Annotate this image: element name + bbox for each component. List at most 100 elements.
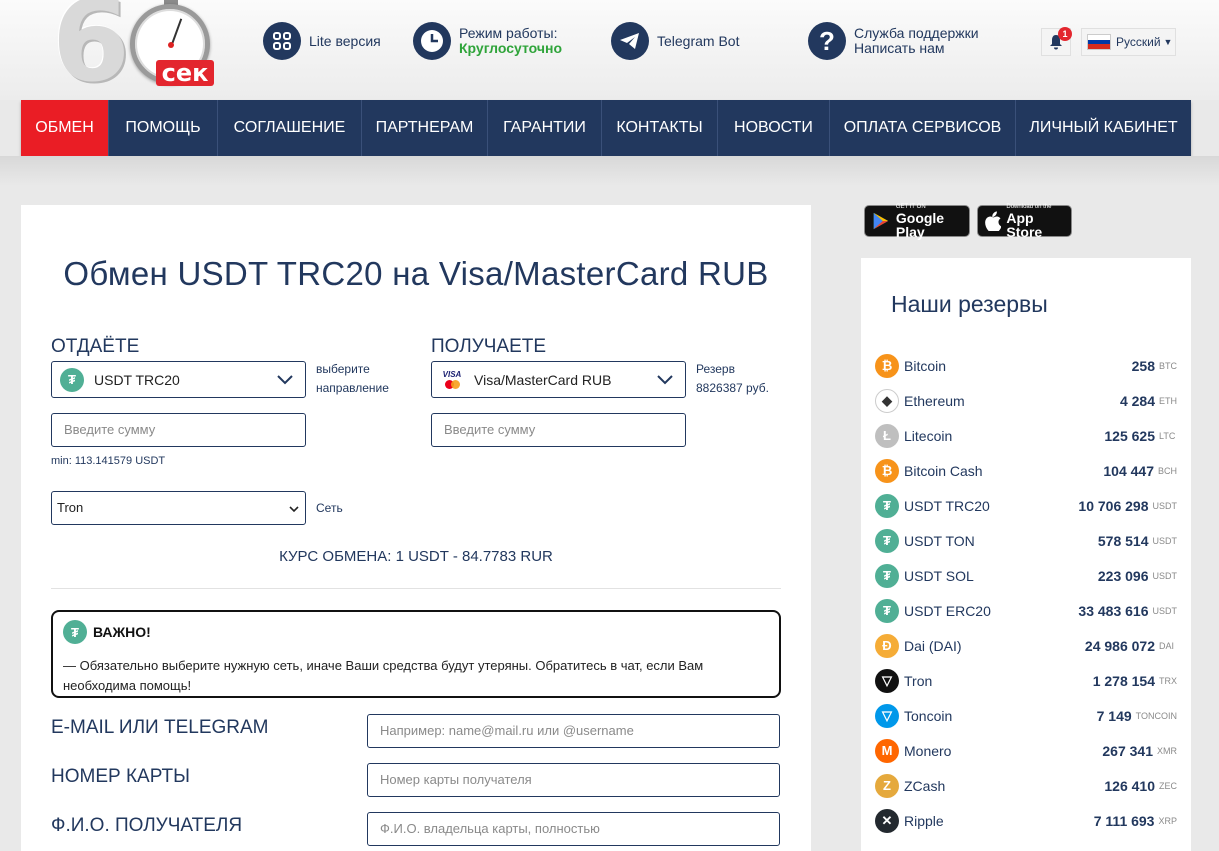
min-amount-note: min: 113.141579 USDT <box>51 455 166 467</box>
clock-icon <box>413 22 451 60</box>
reserve-amount: 33 483 616 <box>1078 602 1149 619</box>
page-title: Обмен USDT TRC20 на Visa/MasterCard RUB <box>63 255 769 292</box>
russia-flag-icon <box>1087 34 1111 50</box>
toncoin-icon: ▽ <box>875 703 899 728</box>
work-hours-label: Режим работы: <box>459 25 558 41</box>
google-play-button[interactable]: GET IT ON Google Play <box>864 204 970 239</box>
reserve-currency-code: BTC <box>1159 360 1177 371</box>
reserve-row: ◆ Ethereum 4 284 ETH <box>875 383 1177 418</box>
tether-icon: ₮ <box>875 598 899 623</box>
reserve-row: ₮ USDT TRC20 10 706 298 USDT <box>875 488 1177 523</box>
support-link[interactable]: ? Служба поддержки Написать нам <box>808 22 979 60</box>
reserve-currency-code: ZEC <box>1159 780 1177 791</box>
reserve-currency-name: USDT ERC20 <box>904 602 991 619</box>
give-amount-input[interactable]: Введите сумму <box>51 413 306 447</box>
reserve-label: Резерв <box>696 362 735 376</box>
notifications-button[interactable]: 1 <box>1041 27 1072 56</box>
email-field[interactable]: Например: name@mail.ru или @username <box>367 714 780 748</box>
telegram-bot-link[interactable]: Telegram Bot <box>611 22 739 60</box>
reserve-row: Z ZCash 126 410 ZEC <box>875 768 1177 803</box>
ethereum-icon: ◆ <box>875 388 899 413</box>
exchange-panel: Обмен USDT TRC20 на Visa/MasterCard RUB … <box>21 205 811 851</box>
nav-agreement[interactable]: СОГЛАШЕНИЕ <box>218 100 362 156</box>
monero-icon: M <box>875 738 899 763</box>
litecoin-icon: Ł <box>875 423 899 448</box>
tether-icon: ₮ <box>875 528 899 553</box>
reserve-amount: 10 706 298 <box>1078 497 1149 514</box>
reserves-panel: Наши резервы ₿ Bitcoin 258 BTC ◆ Ethereum 4 28… <box>861 258 1191 851</box>
telegram-bot-label: Telegram Bot <box>657 32 740 49</box>
nav-news[interactable]: НОВОСТИ <box>718 100 830 156</box>
tron-icon: ▽ <box>875 668 899 693</box>
chevron-down-icon <box>277 375 293 385</box>
email-label: E-MAIL ИЛИ TELEGRAM <box>51 717 269 738</box>
main-nav: ОБМЕН ПОМОЩЬ СОГЛАШЕНИЕ ПАРТНЕРАМ ГАРАНТ… <box>21 100 1191 156</box>
apple-icon <box>985 211 1002 231</box>
reserve-amount: 126 410 <box>1104 777 1155 794</box>
reserve-currency-code: DAI <box>1159 640 1175 651</box>
reserve-row: M Monero 267 341 XMR <box>875 733 1177 768</box>
nav-guarantees[interactable]: ГАРАНТИИ <box>488 100 602 156</box>
chevron-down-icon <box>289 506 299 513</box>
give-section-label: ОТДАЁТЕ <box>51 336 140 357</box>
receive-currency-select[interactable]: VISA Visa/MasterCard RUB <box>431 361 686 398</box>
zcash-icon: Z <box>875 773 899 798</box>
dai-icon: Đ <box>875 633 899 658</box>
reserve-amount: 7 111 693 <box>1093 812 1155 829</box>
nav-exchange[interactable]: ОБМЕН <box>21 100 109 156</box>
work-hours: Режим работы: Круглосуточно <box>413 22 562 60</box>
important-title: ВАЖНО! <box>93 624 151 640</box>
app-store-label: App Store <box>1006 209 1043 240</box>
nav-shadow-strip <box>0 156 1219 186</box>
give-currency-value: USDT TRC20 <box>94 371 180 388</box>
nav-help[interactable]: ПОМОЩЬ <box>109 100 218 156</box>
network-select[interactable]: Tron <box>51 491 306 525</box>
nav-contacts[interactable]: КОНТАКТЫ <box>602 100 718 156</box>
reserve-currency-code: BCH <box>1157 465 1177 476</box>
app-store-button[interactable]: Download on the App Store <box>977 204 1072 240</box>
notification-badge: 1 <box>1058 27 1072 41</box>
site-logo[interactable]: 6 сек <box>52 0 217 100</box>
nav-account[interactable]: ЛИЧНЫЙ КАБИНЕТ <box>1016 100 1191 156</box>
tether-icon: ₮ <box>875 563 899 588</box>
lite-version-link[interactable]: Lite версия <box>263 22 381 60</box>
reserve-currency-code: USDT <box>1152 605 1178 616</box>
give-currency-select[interactable]: ₮ USDT TRC20 <box>51 361 306 398</box>
ripple-icon: ✕ <box>875 808 899 833</box>
network-value: Tron <box>57 500 84 515</box>
reserve-currency-name: Bitcoin Cash <box>904 462 983 479</box>
reserve-row: ✕ Ripple 7 111 693 XRP <box>875 803 1177 838</box>
grid-icon <box>263 22 301 60</box>
question-icon: ? <box>808 22 846 60</box>
language-selector[interactable]: Русский ▼ <box>1081 28 1176 56</box>
recipient-name-field[interactable]: Ф.И.О. владельца карты, полностью <box>367 812 780 846</box>
receive-currency-value: Visa/MasterCard RUB <box>474 371 612 388</box>
bitcoin-cash-icon: ₿ <box>875 458 899 483</box>
card-number-field[interactable]: Номер карты получателя <box>367 763 780 797</box>
support-write-label: Написать нам <box>854 40 945 56</box>
give-hint-line2: направление <box>316 381 389 395</box>
exchange-rate: КУРС ОБМЕНА: 1 USDT - 84.7783 RUR <box>279 548 553 565</box>
reserve-currency-name: Bitcoin <box>904 357 947 374</box>
reserve-currency-code: TRX <box>1159 675 1177 686</box>
language-label: Русский <box>1116 35 1161 49</box>
reserve-row: ▽ Tron 1 278 154 TRX <box>875 663 1177 698</box>
recipient-name-label: Ф.И.О. ПОЛУЧАТЕЛЯ <box>51 815 243 836</box>
google-play-icon <box>873 212 889 230</box>
important-text: — Обязательно выберите нужную сеть, инач… <box>63 658 704 693</box>
reserve-currency-code: USDT <box>1152 535 1178 546</box>
reserve-currency-name: Litecoin <box>904 427 953 444</box>
reserve-currency-name: Ethereum <box>904 392 965 409</box>
nav-service-payment[interactable]: ОПЛАТА СЕРВИСОВ <box>830 100 1016 156</box>
reserve-value: 8826387 руб. <box>696 381 769 395</box>
receive-amount-input[interactable]: Введите сумму <box>431 413 686 447</box>
logo-six: 6 <box>52 0 130 107</box>
telegram-icon <box>611 22 649 60</box>
reserve-currency-code: XMR <box>1157 745 1177 756</box>
reserve-row: ₮ USDT ERC20 33 483 616 USDT <box>875 593 1177 628</box>
reserve-currency-code: USDT <box>1152 570 1178 581</box>
nav-partners[interactable]: ПАРТНЕРАМ <box>362 100 488 156</box>
logo-sec-label: сек <box>156 60 214 86</box>
reserve-amount: 223 096 <box>1097 567 1149 584</box>
reserves-title: Наши резервы <box>891 291 1048 317</box>
